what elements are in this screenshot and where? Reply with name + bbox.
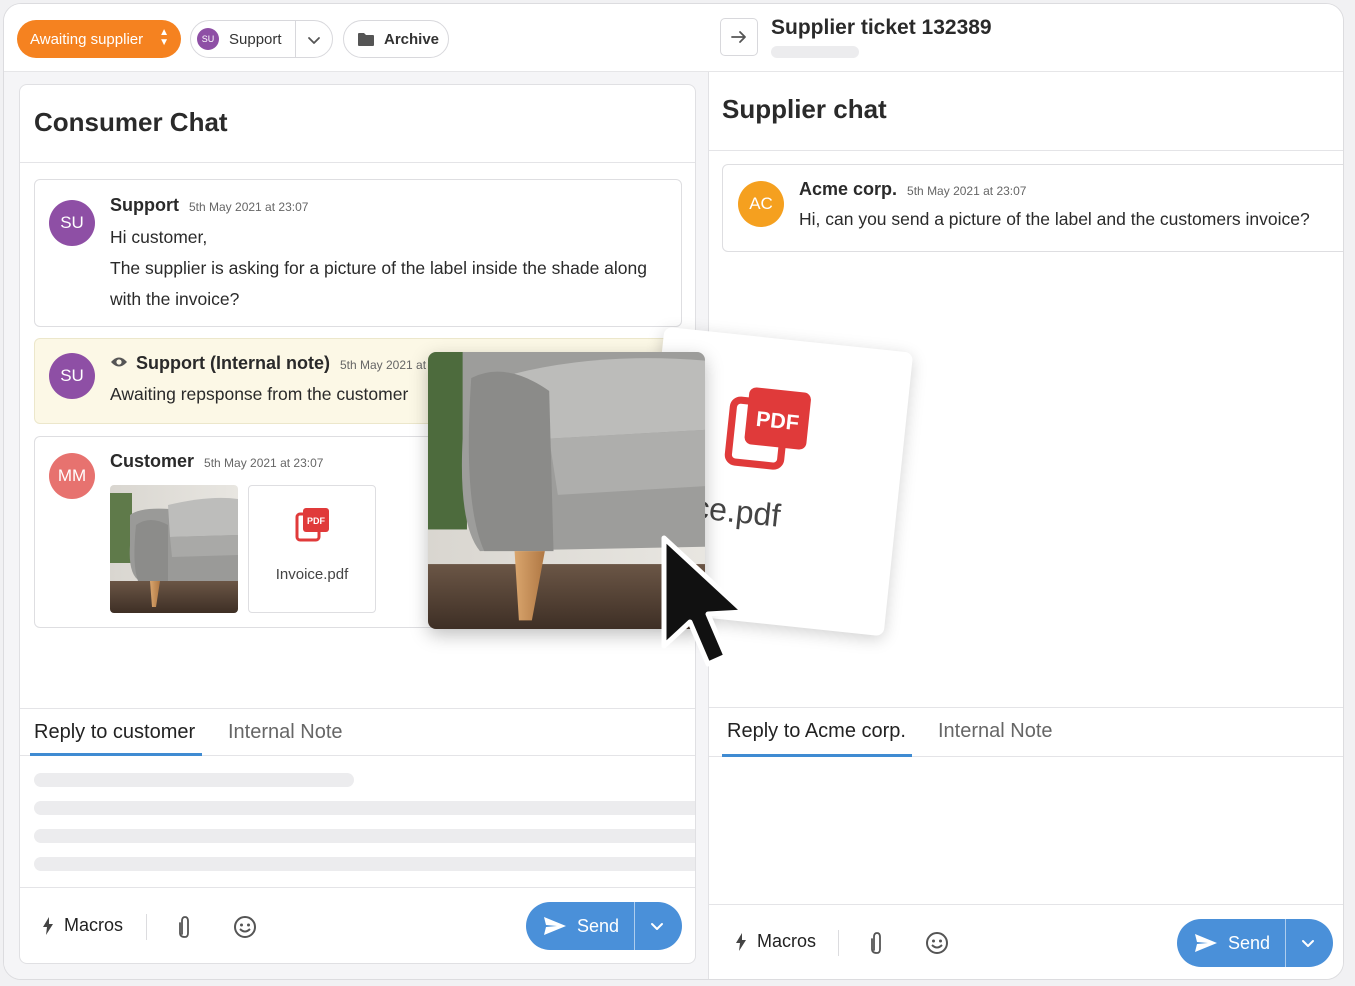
send-button[interactable]: Send [1177, 919, 1333, 967]
sofa-image [110, 485, 238, 613]
avatar: MM [49, 453, 95, 499]
placeholder-line [34, 857, 695, 871]
paperclip-icon[interactable] [172, 914, 198, 940]
send-label: Send [1228, 932, 1271, 953]
pdf-badge: PDF [307, 516, 326, 526]
status-label: Awaiting supplier [30, 30, 144, 48]
tab-active-indicator [722, 754, 912, 757]
divider [20, 162, 695, 163]
pdf-icon: PDF [724, 387, 811, 470]
avatar: SU [49, 353, 95, 399]
chevron-down-icon[interactable] [647, 916, 667, 936]
macros-label: Macros [757, 931, 817, 951]
status-select[interactable]: Awaiting supplier ▲ ▼ [17, 20, 181, 58]
send-label: Send [577, 915, 620, 936]
message-author: Support 5th May 2021 at 23:07 [110, 195, 308, 216]
composer-toolbar: Macros Send [709, 904, 1343, 979]
supplier-header: Supplier ticket 132389 [709, 4, 1343, 72]
ticket-title: Supplier ticket 132389 [771, 16, 992, 39]
divider [295, 21, 296, 57]
archive-button[interactable]: Archive [343, 20, 449, 58]
placeholder-line [34, 801, 695, 815]
ticket-toolbar: Awaiting supplier ▲ ▼ SU Support Archive [4, 4, 709, 72]
archive-label: Archive [384, 30, 440, 48]
tab-internal-note[interactable]: Internal Note [228, 721, 343, 744]
message-item: AC Acme corp. 5th May 2021 at 23:07 Hi, c… [722, 164, 1343, 252]
author-name: Acme corp. [799, 179, 898, 199]
message-time: 5th May 2021 at 23:07 [189, 200, 309, 214]
chevron-down-icon[interactable] [1298, 933, 1318, 953]
reply-editor[interactable] [709, 758, 1343, 904]
send-icon [544, 917, 566, 935]
folder-icon [358, 32, 374, 46]
app-window: Awaiting supplier ▲ ▼ SU Support Archive … [3, 3, 1344, 980]
page-title: Consumer Chat [34, 107, 228, 137]
avatar: AC [738, 181, 784, 227]
reply-editor[interactable] [20, 757, 695, 887]
macros-button[interactable]: Macros [42, 915, 123, 936]
macros-button[interactable]: Macros [735, 931, 816, 952]
divider [634, 902, 635, 950]
tab-active-indicator [30, 753, 202, 756]
message-author: Customer 5th May 2021 at 23:07 [110, 451, 323, 472]
image-attachment[interactable] [110, 485, 238, 613]
cursor-icon [661, 535, 747, 667]
chevron-down-icon[interactable] [304, 30, 324, 50]
divider [146, 914, 147, 940]
smiley-icon[interactable] [232, 914, 258, 940]
message-time: 5th May 2021 at 23:07 [204, 456, 324, 470]
composer-toolbar: Macros Send [20, 887, 695, 963]
message-line: The supplier is asking for a picture of … [110, 258, 647, 278]
message-item: SU Support 5th May 2021 at 23:07 Hi custo… [34, 179, 682, 327]
message-time: 5th May 2021 at 23:07 [907, 184, 1027, 198]
avatar: SU [49, 200, 95, 246]
author-name: Support [110, 195, 179, 215]
reply-tabs: Reply to Acme corp. Internal Note [709, 707, 1343, 757]
supplier-chat-title: Supplier chat [722, 94, 887, 124]
message-line: with the invoice? [110, 289, 240, 309]
tab-reply-to-supplier[interactable]: Reply to Acme corp. [727, 720, 906, 743]
message-body: Hi, can you send a picture of the label … [799, 209, 1310, 229]
divider [709, 150, 1343, 151]
message-line: Hi customer, [110, 227, 208, 247]
assignee-avatar: SU [197, 28, 219, 50]
message-body: Hi customer, The supplier is asking for … [110, 222, 670, 315]
pdf-badge: PDF [755, 407, 800, 435]
placeholder-line [34, 829, 695, 843]
macros-label: Macros [64, 915, 124, 935]
ticket-subtitle-placeholder [771, 46, 859, 58]
arrow-right-icon [731, 31, 746, 43]
assignee-label: Support [229, 30, 282, 48]
eye-icon [111, 357, 127, 367]
collapse-panel-button[interactable] [720, 18, 758, 56]
assignee-select[interactable]: SU Support [190, 20, 333, 58]
message-author: Acme corp. 5th May 2021 at 23:07 [799, 179, 1026, 200]
send-icon [1195, 934, 1217, 952]
bolt-icon [736, 932, 746, 951]
author-name: Customer [110, 451, 195, 471]
tab-internal-note[interactable]: Internal Note [938, 720, 1053, 743]
divider [838, 930, 839, 956]
smiley-icon[interactable] [924, 930, 950, 956]
divider [1285, 919, 1286, 967]
message-author: Support (Internal note) 5th May 2021 at 2… [110, 353, 459, 374]
paperclip-icon[interactable] [864, 930, 890, 956]
reply-tabs: Reply to customer Internal Note [20, 708, 695, 756]
send-button[interactable]: Send [526, 902, 682, 950]
pdf-icon: PDF [295, 508, 329, 542]
tab-reply-to-customer[interactable]: Reply to customer [34, 721, 195, 744]
chevron-up-down-icon: ▲ ▼ [159, 27, 169, 48]
author-name: Support (Internal note) [136, 353, 330, 373]
attachment-name: Invoice.pdf [275, 566, 349, 583]
bolt-icon [43, 916, 53, 935]
pdf-attachment[interactable]: PDF Invoice.pdf [248, 485, 376, 613]
placeholder-line [34, 773, 354, 787]
